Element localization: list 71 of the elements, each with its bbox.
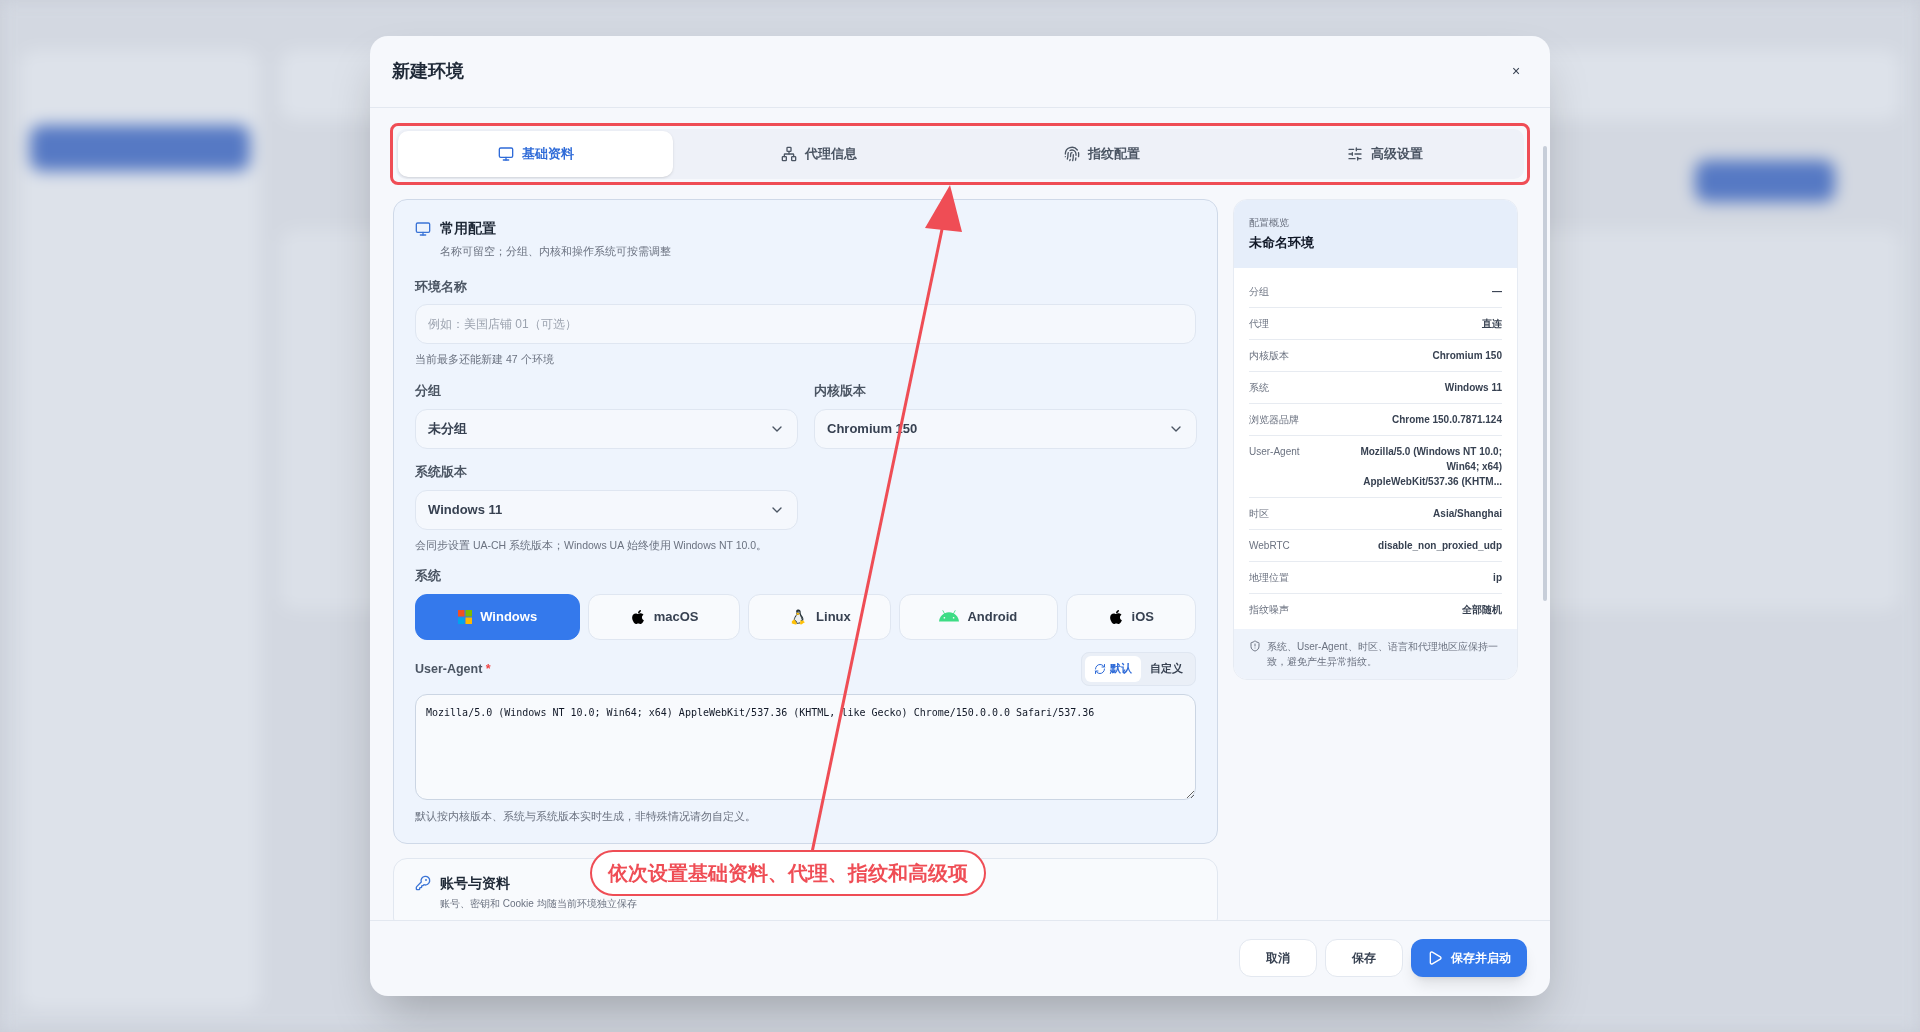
summary-label: 分组: [1249, 284, 1269, 299]
dialog-title: 新建环境: [392, 60, 464, 83]
play-icon: [1427, 949, 1443, 966]
summary-label: 浏览器品牌: [1249, 412, 1299, 427]
tab[interactable]: 基础资料: [398, 131, 673, 177]
refresh-icon: [1094, 663, 1106, 675]
group-select[interactable]: 未分组: [415, 408, 798, 449]
summary-label: 地理位置: [1249, 570, 1289, 585]
field-hint: 当前最多还能新建 47 个环境: [415, 352, 555, 368]
summary-caption: 配置概览: [1249, 216, 1290, 230]
fingerprint-icon: [1063, 146, 1080, 162]
save-and-launch-button[interactable]: 保存并启动: [1411, 938, 1527, 977]
summary-value: Chrome 150.0.7871.124: [1391, 412, 1502, 427]
tab[interactable]: 高级设置: [1247, 131, 1522, 177]
summary-value: Mozilla/5.0 (Windows NT 10.0; Win64; x64) AppleWebKit/537.36 (KHTM...: [1359, 444, 1502, 489]
apple-icon: [629, 609, 646, 625]
footer-button[interactable]: 保存: [1325, 938, 1403, 977]
summary-label: User-Agent: [1249, 444, 1300, 459]
tab[interactable]: 指纹配置: [964, 131, 1239, 177]
field-label: 系统: [415, 568, 442, 586]
summary-label: 时区: [1249, 506, 1269, 521]
summary-label: 内核版本: [1249, 348, 1289, 363]
os-option[interactable]: Linux: [747, 594, 892, 640]
field-hint: 会同步设置 UA-CH 系统版本；Windows UA 始终使用 Windows NT 10.0。: [415, 537, 769, 553]
field-label: 环境名称: [415, 278, 468, 296]
key-icon: [415, 875, 431, 892]
tab[interactable]: 代理信息: [681, 131, 956, 177]
select-value: 未分组: [428, 420, 467, 438]
summary-value: Windows 11: [1444, 380, 1502, 395]
summary-value: 全部随机: [1462, 602, 1502, 617]
mode-option[interactable]: 自定义: [1141, 656, 1192, 682]
mode-option[interactable]: 默认: [1085, 656, 1141, 682]
summary-title: 未命名环境: [1249, 234, 1315, 252]
section-subtitle: 账号、密钥和 Cookie 均随当前环境独立保存: [440, 896, 638, 911]
summary-label: 指纹噪声: [1249, 602, 1289, 617]
sliders-icon: [1346, 146, 1363, 162]
environment-name-field[interactable]: 例如：美国店铺 01（可选）: [415, 304, 1196, 345]
summary-label: WebRTC: [1249, 538, 1290, 553]
summary-value: Asia/Shanghai: [1433, 506, 1502, 521]
field-label: 内核版本: [814, 383, 867, 400]
apple-icon: [1107, 609, 1124, 625]
summary-value: disable_non_proxied_udp: [1378, 538, 1502, 553]
os-version-select[interactable]: Windows 11: [415, 489, 798, 530]
select-value: Windows 11: [428, 500, 503, 519]
os-option[interactable]: Windows: [415, 594, 581, 640]
summary-value: ip: [1493, 570, 1502, 585]
os-option[interactable]: macOS: [588, 594, 740, 640]
field-label: User-Agent *: [415, 660, 491, 678]
user-agent-field[interactable]: Mozilla/5.0 (Windows NT 10.0; Win64; x64) AppleWebKit/537.36 (KHTML, like Gecko) Chrome/150.0.0.0 Safari/537.36: [415, 694, 1196, 800]
summary-label: 系统: [1249, 380, 1269, 395]
section-title: 常用配置: [440, 219, 496, 238]
shield-alert-icon: [1249, 639, 1261, 652]
summary-note: 系统、User-Agent、时区、语言和代理地区应保持一致，避免产生异常指纹。: [1267, 639, 1499, 669]
field-hint: 默认按内核版本、系统与系统版本实时生成，非特殊情况请勿自定义。: [415, 809, 757, 824]
footer-button[interactable]: 取消: [1239, 938, 1317, 977]
os-option[interactable]: iOS: [1065, 594, 1196, 640]
network-icon: [780, 146, 797, 162]
monitor-icon: [415, 220, 431, 237]
field-label: 系统版本: [415, 463, 468, 481]
monitor-icon: [497, 146, 514, 162]
annotation-callout: 依次设置基础资料、代理、指纹和高级项: [590, 850, 986, 896]
section-subtitle: 名称可留空；分组、内核和操作系统可按需调整: [440, 244, 672, 259]
summary-value: 直连: [1482, 316, 1502, 331]
field-label: 分组: [415, 383, 442, 400]
summary-label: 代理: [1249, 316, 1269, 331]
windows-logo-icon: [458, 610, 473, 624]
summary-value: —: [1492, 284, 1502, 299]
section-title: 账号与资料: [440, 873, 510, 893]
summary-value: Chromium 150: [1432, 348, 1502, 363]
close-button[interactable]: ×: [1504, 59, 1528, 84]
os-option[interactable]: Android: [899, 594, 1058, 640]
